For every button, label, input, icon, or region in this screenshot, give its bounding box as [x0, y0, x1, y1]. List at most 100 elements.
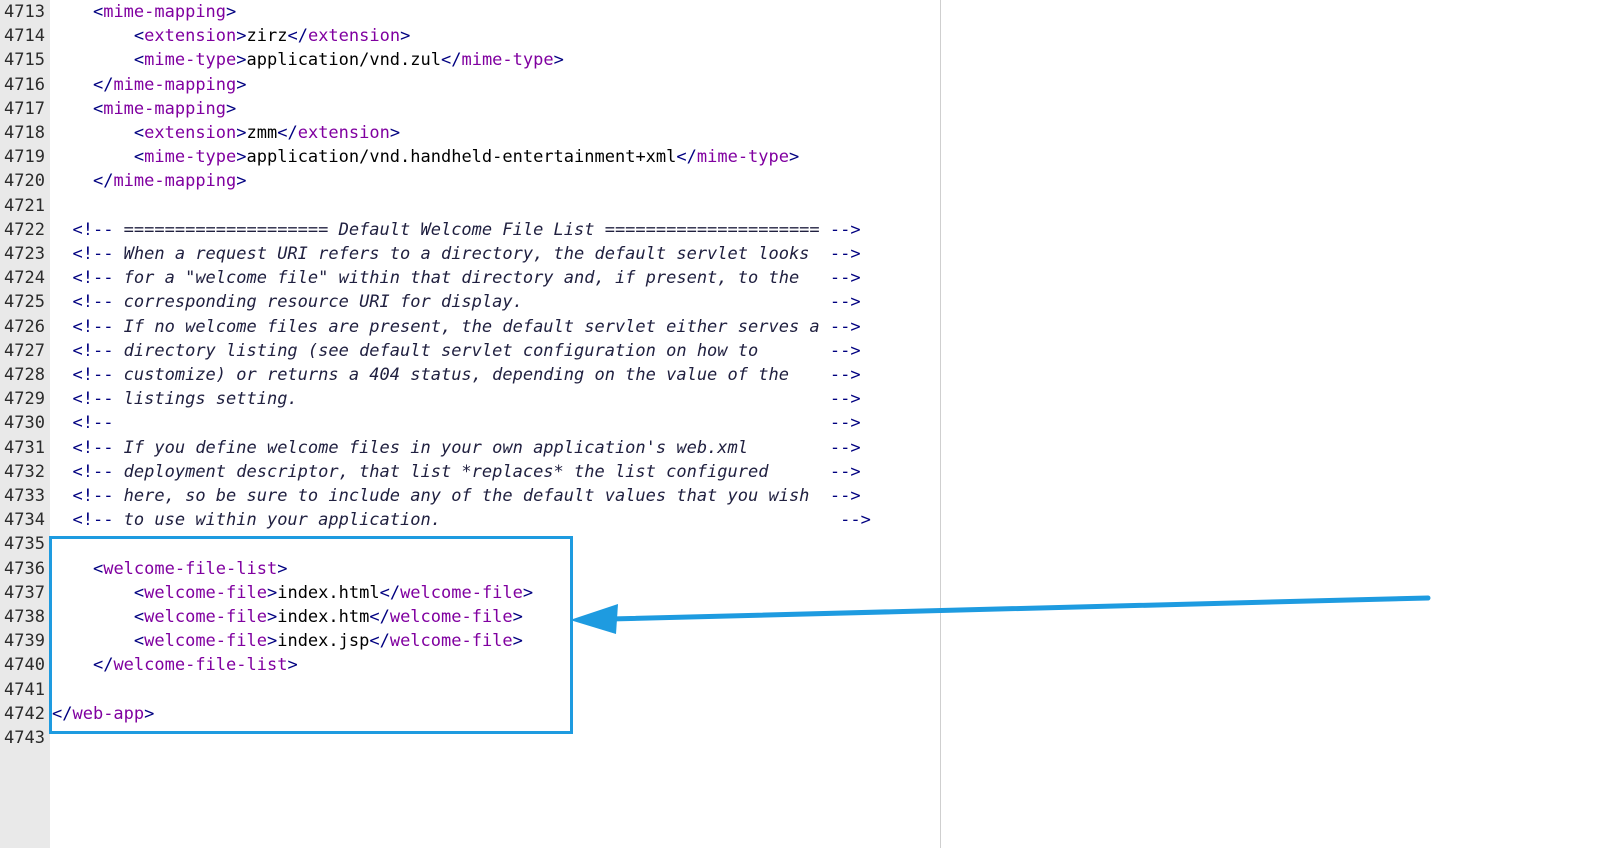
comment-close: -->: [829, 244, 861, 264]
tag-bracket: <: [133, 123, 145, 143]
line-number: 4729: [4, 389, 45, 410]
tag-name: mime-type: [144, 50, 237, 71]
comment-open: <!--: [72, 292, 114, 313]
code-text: <!-- listings setting. -->: [52, 387, 860, 411]
comment-open: <!--: [72, 413, 114, 434]
code-text: <!-- When a request URI refers to a dire…: [52, 242, 861, 266]
tag-bracket: <: [92, 2, 104, 22]
line-number: 4717: [4, 98, 45, 119]
comment-text: listings setting.: [113, 389, 830, 410]
line-number: 4743: [4, 728, 45, 748]
comment-close: -->: [829, 365, 861, 385]
tag-name: extension: [144, 26, 237, 47]
line-number: 4732: [4, 461, 45, 482]
line-number: 4733: [4, 486, 45, 506]
tag-name: extension: [307, 26, 401, 47]
highlight-box-welcome-file-list: [49, 536, 573, 734]
line-number: 4737: [4, 582, 45, 603]
comment-text: If no welcome files are present, the def…: [113, 316, 830, 337]
line-number: 4741: [4, 679, 45, 700]
tag-bracket: </: [440, 50, 462, 71]
line-number: 4721: [4, 195, 45, 216]
code-text: <!-- -->: [52, 411, 861, 435]
tag-bracket: >: [236, 147, 247, 168]
line-number: 4713: [4, 2, 45, 22]
comment-open: <!--: [72, 461, 114, 482]
comment-open: <!--: [72, 389, 114, 410]
code-text: <mime-type>application/vnd.handheld-ente…: [52, 145, 799, 169]
code-text: <!-- to use within your application. -->: [52, 508, 871, 532]
comment-open: <!--: [72, 486, 114, 506]
line-number: 4723: [4, 244, 45, 264]
code-text: <mime-type>application/vnd.zul</mime-typ…: [52, 48, 564, 72]
comment-text: directory listing (see default servlet c…: [113, 340, 830, 361]
element-value: application/vnd.handheld-entertainment+x…: [246, 147, 677, 168]
line-number: 4720: [4, 171, 45, 192]
comment-text: deployment descriptor, that list *replac…: [113, 461, 830, 482]
element-value: zirz: [246, 26, 288, 47]
line-number: 4734: [4, 510, 45, 531]
comment-close: -->: [829, 292, 861, 313]
comment-close: -->: [829, 340, 861, 361]
line-number: 4719: [4, 147, 45, 168]
comment-text: for a "welcome file" within that directo…: [113, 268, 830, 289]
code-text: <!-- corresponding resource URI for disp…: [52, 290, 861, 314]
comment-open: <!--: [72, 316, 114, 337]
tag-bracket: <: [133, 147, 145, 168]
line-number: 4738: [4, 607, 45, 627]
tag-name: extension: [144, 123, 237, 143]
element-value: application/vnd.zul: [246, 50, 441, 71]
code-text: <!-- customize) or returns a 404 status,…: [52, 363, 861, 387]
tag-bracket: >: [236, 123, 247, 143]
comment-text: [113, 413, 829, 433]
code-text: <!-- here, so be sure to include any of …: [52, 484, 860, 508]
code-text: <!-- ==================== Default Welcom…: [52, 218, 860, 242]
tag-name: extension: [297, 123, 390, 143]
tag-bracket: >: [236, 171, 247, 192]
line-number: 4725: [4, 292, 45, 313]
tag-name: mime-type: [696, 147, 789, 168]
tag-bracket: <: [133, 26, 145, 47]
tag-bracket: </: [92, 171, 114, 192]
tag-bracket: >: [389, 123, 401, 143]
code-text: <!-- for a "welcome file" within that di…: [52, 266, 860, 290]
comment-close: -->: [829, 437, 861, 458]
code-text: </mime-mapping>: [52, 73, 247, 97]
comment-close: -->: [829, 413, 861, 434]
line-number: 4735: [4, 534, 45, 555]
tag-bracket: </: [92, 74, 114, 95]
line-number: 4739: [4, 631, 45, 652]
line-number: 4715: [4, 50, 45, 71]
comment-text: ==================== Default Welcome Fil…: [113, 219, 830, 240]
tag-bracket: >: [789, 147, 800, 168]
tag-name: mime-mapping: [113, 74, 237, 95]
tag-name: mime-type: [144, 147, 237, 168]
tag-bracket: </: [676, 147, 697, 168]
tag-bracket: >: [553, 50, 564, 71]
line-number: 4730: [4, 413, 45, 434]
tag-name: mime-mapping: [113, 171, 237, 192]
comment-text: corresponding resource URI for display.: [113, 292, 830, 313]
code-text: </mime-mapping>: [52, 169, 247, 193]
comment-close: -->: [840, 510, 871, 531]
tag-bracket: <: [133, 50, 145, 71]
tag-bracket: </: [277, 123, 298, 143]
comment-open: <!--: [72, 365, 114, 385]
comment-open: <!--: [72, 340, 114, 361]
arrow-left-icon: [570, 595, 1431, 634]
